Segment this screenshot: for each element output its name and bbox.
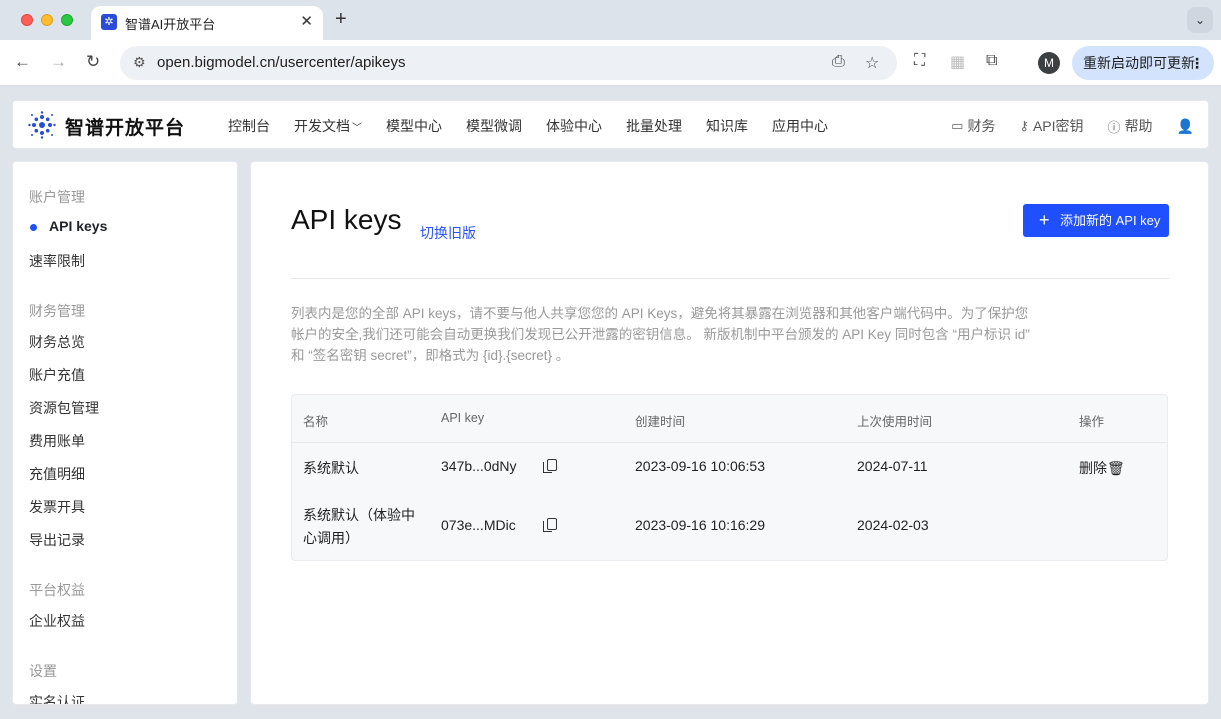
help-label: 帮助 xyxy=(1124,118,1153,134)
main-nav: 控制台 开发文档 ﹀ 模型中心 模型微调 体验中心 批量处理 知识库 应用中心 xyxy=(228,116,852,136)
col-actions: 操作 xyxy=(1079,415,1105,429)
logo-text[interactable]: 智谱开放平台 xyxy=(65,113,185,140)
col-created: 创建时间 xyxy=(635,415,686,429)
api-keys-table: 名称 API key 创建时间 上次使用时间 操作 系统默认 347b...0d… xyxy=(291,394,1168,561)
sidebar-group-finance: 财务管理 xyxy=(29,303,85,319)
nav-knowledge-base[interactable]: 知识库 xyxy=(706,116,748,136)
divider xyxy=(291,278,1169,279)
user-icon[interactable]: 👤 xyxy=(1177,116,1194,136)
browser-tabbar: ✲ 智谱AI开放平台 ✕ + ⌄ xyxy=(0,0,1221,40)
finance-label: 财务 xyxy=(967,118,996,134)
nav-model-center[interactable]: 模型中心 xyxy=(386,116,442,136)
site-settings-icon[interactable]: ⚙ xyxy=(133,54,146,71)
sidebar-item-recharge-details[interactable]: 充值明细 xyxy=(29,464,85,484)
tab-close-icon[interactable]: ✕ xyxy=(300,12,313,30)
favicon-icon: ✲ xyxy=(101,14,117,30)
finance-link[interactable]: ▭ 财务 xyxy=(951,116,995,136)
add-api-key-label: 添加新的 API key xyxy=(1060,213,1161,228)
zhipu-logo-icon[interactable] xyxy=(28,111,56,139)
description-text: 列表内是您的全部 API keys，请不要与他人共享您您的 API Keys，避… xyxy=(291,306,1030,363)
sidebar-item-enterprise-benefits[interactable]: 企业权益 xyxy=(29,611,85,631)
add-api-key-button[interactable]: + 添加新的 API key xyxy=(1023,204,1169,237)
update-button[interactable]: 重新启动即可更新 ⋮ xyxy=(1072,46,1214,80)
nav-docs[interactable]: 开发文档 ﹀ xyxy=(294,116,362,136)
sidebar-group-benefits: 平台权益 xyxy=(29,582,85,598)
close-window-button[interactable] xyxy=(21,14,33,26)
sidebar-item-verification[interactable]: 实名认证 xyxy=(29,692,85,704)
reload-icon[interactable]: ↻ xyxy=(86,52,100,72)
kebab-menu-icon: ⋮ xyxy=(1190,55,1204,71)
delete-label: 删除 xyxy=(1079,460,1107,476)
page-title: API keys xyxy=(291,204,402,235)
row-created: 2023-09-16 10:16:29 xyxy=(635,517,765,533)
sidebar-item-invoices[interactable]: 发票开具 xyxy=(29,497,85,517)
sidebar-item-export-records[interactable]: 导出记录 xyxy=(29,530,85,550)
address-url[interactable]: open.bigmodel.cn/usercenter/apikeys xyxy=(157,54,405,71)
profile-avatar[interactable]: M xyxy=(1038,52,1060,74)
tab-title: 智谱AI开放平台 xyxy=(125,17,216,32)
chevron-down-icon: ﹀ xyxy=(352,123,362,134)
nav-experience-center[interactable]: 体验中心 xyxy=(546,116,602,136)
sidebar: 账户管理 API keys 速率限制 财务管理 财务总览 账户充值 资源包管理 … xyxy=(12,161,238,705)
row-name-line2: 心调用） xyxy=(303,530,359,546)
main-content: API keys 切换旧版 + 添加新的 API key 列表内是您的全部 AP… xyxy=(250,161,1209,705)
active-dot-icon xyxy=(30,224,37,231)
sidebar-item-finance-overview[interactable]: 财务总览 xyxy=(29,332,85,352)
col-last-used: 上次使用时间 xyxy=(857,415,933,429)
table-header: 名称 API key 创建时间 上次使用时间 操作 xyxy=(292,395,1167,443)
forward-arrow-icon[interactable]: → xyxy=(50,52,67,72)
row-name-line1: 系统默认（体验中 xyxy=(303,507,415,523)
back-arrow-icon[interactable]: ← xyxy=(14,52,31,72)
extension-grid-icon[interactable]: ▦ xyxy=(950,52,965,72)
maximize-window-button[interactable] xyxy=(61,14,73,26)
bookmark-star-icon[interactable]: ☆ xyxy=(865,53,879,73)
sidebar-group-account: 账户管理 xyxy=(29,189,85,205)
nav-batch[interactable]: 批量处理 xyxy=(626,116,682,136)
wallet-icon: ▭ xyxy=(951,118,964,133)
install-app-icon[interactable]: ⎙ xyxy=(832,53,845,71)
browser-toolbar: ← → ↻ ⚙ open.bigmodel.cn/usercenter/apik… xyxy=(0,40,1221,86)
col-name: 名称 xyxy=(303,415,329,429)
col-api-key: API key xyxy=(441,411,485,425)
tab-search-chevron-icon[interactable]: ⌄ xyxy=(1187,7,1213,33)
switch-old-version-link[interactable]: 切换旧版 xyxy=(420,223,476,243)
help-link[interactable]: ⓘ 帮助 xyxy=(1108,116,1153,136)
row-api-key: 347b...0dNy xyxy=(441,458,517,474)
nav-fine-tuning[interactable]: 模型微调 xyxy=(466,116,522,136)
copy-icon[interactable] xyxy=(543,518,557,532)
plus-icon: + xyxy=(1039,210,1050,230)
update-button-label: 重新启动即可更新 xyxy=(1083,55,1195,71)
sidebar-item-rate-limits[interactable]: 速率限制 xyxy=(29,251,85,271)
sidebar-item-api-keys[interactable]: API keys xyxy=(49,218,107,234)
nav-docs-label: 开发文档 xyxy=(294,118,350,134)
sidebar-group-settings: 设置 xyxy=(29,663,57,679)
api-keys-label: API密钥 xyxy=(1032,118,1084,134)
api-keys-link[interactable]: ⚷ API密钥 xyxy=(1019,116,1083,136)
nav-app-center[interactable]: 应用中心 xyxy=(772,116,828,136)
key-icon: ⚷ xyxy=(1019,118,1029,133)
screenshot-icon[interactable]: ⛶ xyxy=(914,52,925,70)
copy-icon[interactable] xyxy=(543,459,557,473)
row-last-used: 2024-07-11 xyxy=(857,458,928,474)
browser-tab[interactable]: ✲ 智谱AI开放平台 ✕ xyxy=(91,6,323,40)
row-api-key: 073e...MDic xyxy=(441,517,516,533)
sidebar-item-resource-packs[interactable]: 资源包管理 xyxy=(29,398,99,418)
sidebar-item-recharge[interactable]: 账户充值 xyxy=(29,365,85,385)
delete-button[interactable]: 删除🗑 xyxy=(1079,458,1125,478)
address-bar[interactable]: ⚙ open.bigmodel.cn/usercenter/apikeys ⎙ … xyxy=(120,46,897,80)
extensions-puzzle-icon[interactable]: ⧉ xyxy=(986,52,997,70)
sidebar-item-billing[interactable]: 费用账单 xyxy=(29,431,85,451)
row-name: 系统默认 xyxy=(303,460,359,476)
row-last-used: 2024-02-03 xyxy=(857,517,929,533)
minimize-window-button[interactable] xyxy=(41,14,53,26)
utility-nav: ▭ 财务 ⚷ API密钥 ⓘ 帮助 👤 xyxy=(951,116,1208,136)
nav-console[interactable]: 控制台 xyxy=(228,116,270,136)
trash-icon: 🗑 xyxy=(1107,460,1125,476)
help-circle-icon: ⓘ xyxy=(1107,119,1121,135)
site-header: 智谱开放平台 控制台 开发文档 ﹀ 模型中心 模型微调 体验中心 批量处理 知识库… xyxy=(12,100,1209,149)
row-created: 2023-09-16 10:06:53 xyxy=(635,458,765,474)
new-tab-button[interactable]: + xyxy=(335,8,347,31)
